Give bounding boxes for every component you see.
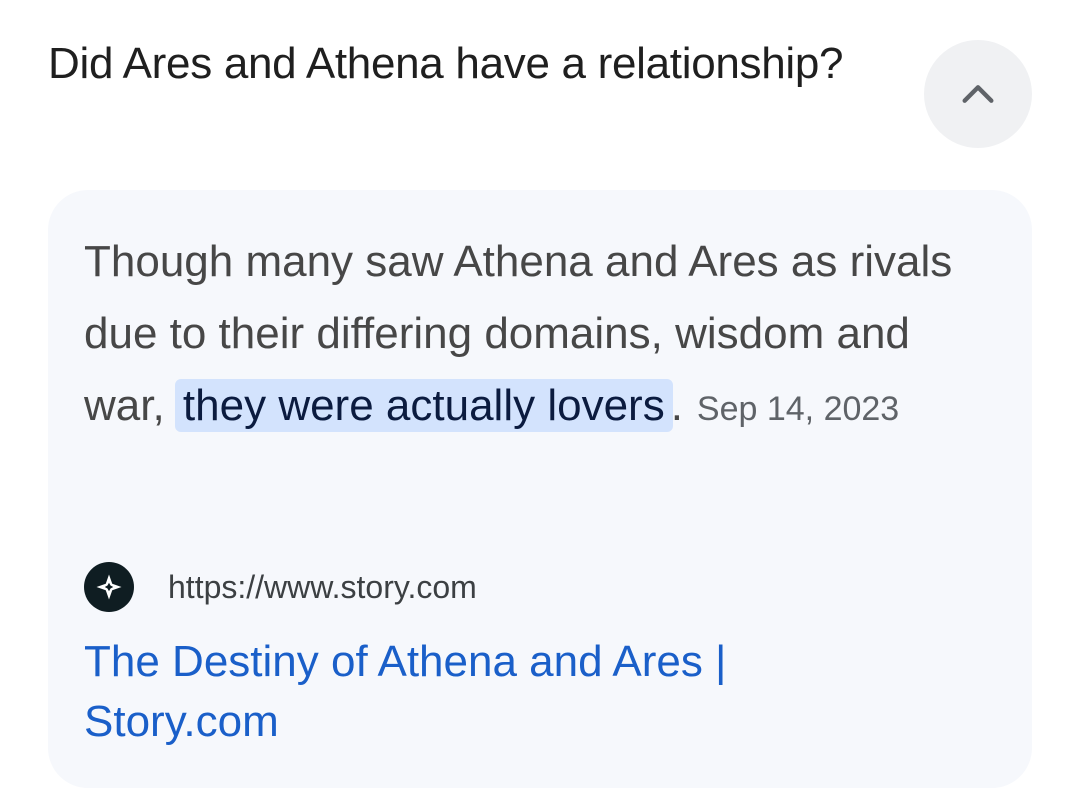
answer-text: Though many saw Athena and Ares as rival…: [84, 226, 964, 445]
source-favicon: [84, 562, 134, 612]
question-title: Did Ares and Athena have a relationship?: [48, 39, 844, 88]
question-header[interactable]: Did Ares and Athena have a relationship?: [48, 34, 908, 94]
source-link-title[interactable]: The Destiny of Athena and Ares | Story.c…: [84, 632, 844, 752]
collapse-button[interactable]: [924, 40, 1032, 148]
source-url[interactable]: https://www.story.com: [168, 569, 477, 606]
answer-card: Though many saw Athena and Ares as rival…: [48, 190, 1032, 788]
sparkle-star-icon: [96, 574, 122, 600]
answer-text-after: .: [670, 381, 683, 430]
search-result-page: Did Ares and Athena have a relationship?…: [0, 0, 1080, 801]
source-row[interactable]: https://www.story.com: [84, 562, 477, 612]
answer-date: Sep 14, 2023: [696, 390, 900, 428]
chevron-up-icon: [962, 85, 994, 103]
answer-highlight: they were actually lovers: [174, 379, 673, 432]
